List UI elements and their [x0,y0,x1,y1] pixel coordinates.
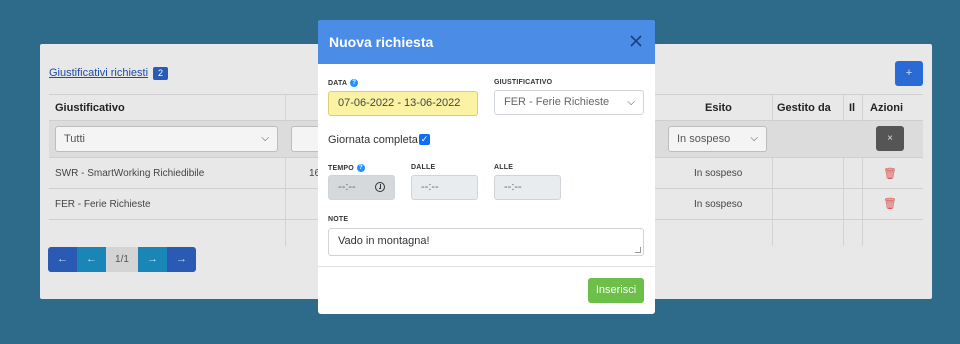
prev-page-button[interactable]: ← [77,247,106,272]
tempo-label: TEMPO? [328,164,365,172]
tempo-value: --:-- [338,181,356,193]
chevron-down-icon: ⌵ [261,133,269,144]
new-request-modal: Nuova richiesta DATA? 07-06-2022 - 13-06… [318,20,655,314]
row-esito: In sospeso [694,199,743,210]
column-header-esito[interactable]: Esito [705,95,732,122]
giustificativo-filter-value: Tutti [64,133,85,145]
resize-handle-icon[interactable] [635,247,641,253]
row-esito: In sospeso [694,168,743,179]
tempo-input[interactable]: --:-- [328,175,395,200]
note-textarea[interactable]: Vado in montagna! [328,228,644,256]
first-page-button[interactable]: ← [48,247,77,272]
date-filter-input[interactable] [291,126,321,152]
giornata-completa-label[interactable]: Giornata completa [328,134,418,146]
column-header-flag[interactable]: Il [849,95,855,122]
info-circle-icon[interactable]: ? [350,79,359,87]
dalle-input[interactable]: --:-- [411,175,478,200]
next-page-button[interactable]: → [138,247,167,272]
modal-title: Nuova richiesta [329,34,434,50]
clear-filters-button[interactable]: × [876,126,904,151]
column-header-azioni: Azioni [870,102,903,114]
info-circle-icon[interactable]: ? [356,164,365,172]
row-giustificativo: FER - Ferie Richieste [55,199,151,210]
giustificativo-label: GIUSTIFICATIVO [494,79,553,86]
data-label: DATA? [328,79,359,87]
page-indicator: 1/1 [106,247,138,272]
chevron-down-icon: ⌵ [627,97,635,108]
giornata-completa-checkbox[interactable]: ✓ [419,134,430,145]
giustificativo-select[interactable]: FER - Ferie Richieste ⌵ [494,90,644,115]
row-giustificativo: SWR - SmartWorking Richiedibile [55,168,205,179]
add-button[interactable]: + [895,61,923,86]
insert-button[interactable]: Inserisci [588,278,644,303]
giustificativo-select-value: FER - Ferie Richieste [504,96,610,108]
chevron-down-icon: ⌵ [750,133,758,144]
alle-input[interactable]: --:-- [494,175,561,200]
count-badge: 2 [153,67,168,80]
clock-icon[interactable] [375,182,385,192]
trash-icon[interactable]: 🗑 [883,197,897,210]
panel-title-link[interactable]: Giustificativi richiesti [49,67,148,79]
close-icon[interactable] [628,33,644,49]
pagination: ← ← 1/1 → → [48,247,196,272]
column-header-gestito-da[interactable]: Gestito da [777,95,831,122]
note-label: NOTE [328,216,349,223]
giustificativo-filter-select[interactable]: Tutti ⌵ [55,126,278,152]
dalle-label: DALLE [411,164,436,171]
modal-header: Nuova richiesta [318,20,655,64]
esito-filter-value: In sospeso [677,133,731,145]
modal-footer-divider [318,266,655,267]
date-range-input[interactable]: 07-06-2022 - 13-06-2022 [328,91,478,116]
note-value: Vado in montagna! [338,235,430,247]
column-header-giustificativo[interactable]: Giustificativo [55,95,125,122]
last-page-button[interactable]: → [167,247,196,272]
alle-label: ALLE [494,164,514,171]
esito-filter-select[interactable]: In sospeso ⌵ [668,126,767,152]
trash-icon[interactable]: 🗑 [883,167,897,180]
